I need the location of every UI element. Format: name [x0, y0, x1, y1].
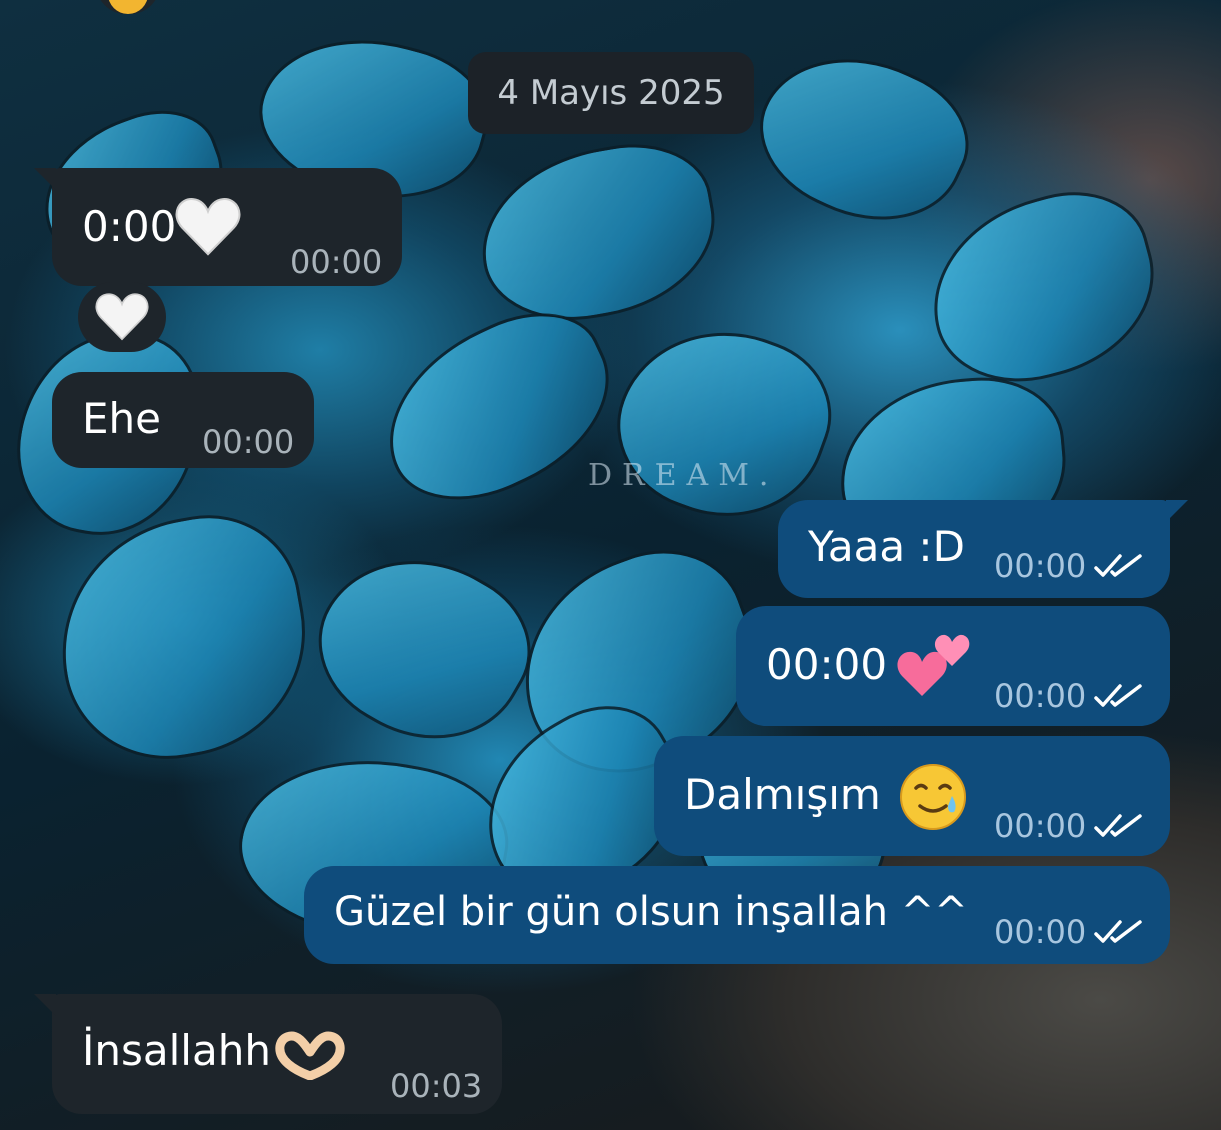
smiling-face-with-tear-emoji-icon: [900, 764, 966, 830]
message-text: Ehe: [82, 394, 161, 443]
message-text: Güzel bir gün olsun inşallah ^^: [334, 889, 968, 935]
reaction-badge[interactable]: [78, 282, 166, 352]
message-time: 00:00: [994, 547, 1087, 585]
message-time: 00:00: [994, 913, 1087, 951]
white-heart-reaction-icon: [95, 293, 149, 341]
message-time: 00:00: [994, 677, 1087, 715]
heart-hands-emoji-icon: [275, 1031, 345, 1080]
message-bubble-outgoing[interactable]: 00:00 00:00: [736, 606, 1170, 726]
message-bubble-incoming[interactable]: Ehe 00:00: [52, 372, 314, 468]
message-time: 00:00: [202, 423, 295, 461]
message-bubble-outgoing[interactable]: Güzel bir gün olsun inşallah ^^ 00:00: [304, 866, 1170, 964]
message-text: Dalmışım: [684, 770, 881, 819]
message-text: 00:00: [766, 640, 888, 689]
message-time: 00:03: [390, 1067, 483, 1105]
white-heart-emoji-icon: [175, 198, 241, 256]
chat-area[interactable]: 4 Mayıs 2025 0:00 00:00 Ehe 00:00 Yaaa :…: [0, 0, 1221, 1130]
message-time: 00:00: [290, 243, 383, 281]
read-ticks-icon: [1094, 684, 1142, 707]
read-ticks-icon: [1094, 920, 1142, 943]
read-ticks-icon: [1094, 814, 1142, 837]
message-text: Yaaa :D: [808, 522, 965, 571]
message-bubble-incoming[interactable]: İnsallahh 00:03: [34, 994, 502, 1114]
message-bubble-outgoing[interactable]: Dalmışım 00:00: [654, 736, 1170, 856]
date-separator: 4 Mayıs 2025: [468, 52, 754, 134]
message-bubble-outgoing[interactable]: Yaaa :D 00:00: [778, 500, 1188, 598]
message-time: 00:00: [994, 807, 1087, 845]
message-text: 0:00: [82, 202, 177, 251]
two-hearts-emoji-icon: [897, 634, 970, 696]
read-ticks-icon: [1094, 554, 1142, 577]
message-bubble-incoming[interactable]: 0:00 00:00: [34, 168, 402, 286]
message-text: İnsallahh: [82, 1026, 271, 1075]
